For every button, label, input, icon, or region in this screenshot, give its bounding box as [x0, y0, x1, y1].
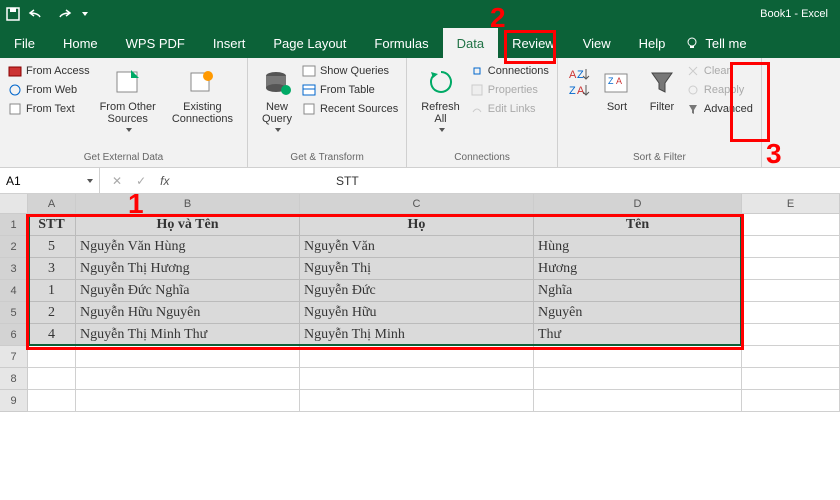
- window-title: Book1 - Excel: [760, 8, 828, 20]
- enter-icon: ✓: [136, 174, 146, 188]
- col-C[interactable]: C: [300, 194, 534, 214]
- tab-formulas[interactable]: Formulas: [360, 28, 442, 58]
- col-B[interactable]: B: [76, 194, 300, 214]
- redo-icon[interactable]: [54, 7, 72, 21]
- group-label: Connections: [415, 151, 549, 165]
- table-row[interactable]: 9: [0, 390, 840, 412]
- tab-view[interactable]: View: [569, 28, 625, 58]
- tab-page-layout[interactable]: Page Layout: [259, 28, 360, 58]
- qat-dropdown-icon[interactable]: [82, 12, 88, 16]
- advanced-button[interactable]: Advanced: [686, 100, 753, 118]
- connections-button[interactable]: Connections: [470, 62, 549, 80]
- col-E[interactable]: E: [742, 194, 840, 214]
- sort-az-button[interactable]: AZ ZA: [566, 62, 592, 98]
- col-A[interactable]: A: [28, 194, 76, 214]
- properties-button: Properties: [470, 81, 549, 99]
- fx-icon[interactable]: fx: [160, 174, 169, 188]
- table-row[interactable]: 6 4 Nguyễn Thị Minh Thư Nguyễn Thị Minh …: [0, 324, 840, 346]
- from-other-sources-button[interactable]: From Other Sources: [94, 62, 162, 132]
- tell-me-label: Tell me: [705, 36, 746, 51]
- ribbon-tabs: File Home WPS PDF Insert Page Layout For…: [0, 28, 840, 58]
- existing-connections-button[interactable]: Existing Connections: [166, 62, 239, 125]
- quick-access-toolbar: [6, 7, 88, 21]
- sort-button[interactable]: ZA Sort: [596, 62, 638, 113]
- svg-text:Z: Z: [569, 85, 576, 97]
- group-sort-filter: AZ ZA ZA Sort Filter Clear Reapply Advan…: [558, 58, 762, 167]
- table-row[interactable]: 3 3 Nguyễn Thị Hương Nguyễn Thị Hương: [0, 258, 840, 280]
- spreadsheet-grid[interactable]: A B C D E 1 STT Họ và Tên Họ Tên 2 5 Ngu…: [0, 194, 840, 412]
- group-connections: Refresh All Connections Properties Edit …: [407, 58, 558, 167]
- tab-help[interactable]: Help: [625, 28, 680, 58]
- table-row[interactable]: 1 STT Họ và Tên Họ Tên: [0, 214, 840, 236]
- group-label: Get External Data: [8, 151, 239, 165]
- recent-sources-button[interactable]: Recent Sources: [302, 100, 398, 118]
- annotation-number: 2: [490, 2, 506, 34]
- tab-insert[interactable]: Insert: [199, 28, 260, 58]
- formula-bar: A1 ✕ ✓ fx STT: [0, 168, 840, 194]
- filter-button[interactable]: Filter: [642, 62, 682, 113]
- group-get-transform: New Query Show Queries From Table Recent…: [248, 58, 407, 167]
- table-row[interactable]: 2 5 Nguyễn Văn Hùng Nguyễn Văn Hùng: [0, 236, 840, 258]
- svg-text:Z: Z: [577, 69, 584, 81]
- lightbulb-icon: [685, 36, 699, 50]
- from-access-button[interactable]: From Access: [8, 62, 90, 80]
- group-label: Sort & Filter: [566, 151, 753, 165]
- column-headers: A B C D E: [0, 194, 840, 214]
- title-bar: Book1 - Excel: [0, 0, 840, 28]
- select-all-corner[interactable]: [0, 194, 28, 214]
- from-table-button[interactable]: From Table: [302, 81, 398, 99]
- tell-me[interactable]: Tell me: [679, 28, 752, 58]
- group-label: Get & Transform: [256, 151, 398, 165]
- svg-text:A: A: [616, 76, 622, 86]
- refresh-all-button[interactable]: Refresh All: [415, 62, 466, 132]
- table-row[interactable]: 7: [0, 346, 840, 368]
- show-queries-button[interactable]: Show Queries: [302, 62, 398, 80]
- name-box[interactable]: A1: [0, 168, 100, 193]
- annotation-number: 3: [766, 138, 782, 170]
- svg-text:A: A: [577, 85, 585, 97]
- table-row[interactable]: 8: [0, 368, 840, 390]
- cancel-icon: ✕: [112, 174, 122, 188]
- new-query-button[interactable]: New Query: [256, 62, 298, 132]
- formula-input[interactable]: STT: [330, 174, 365, 188]
- tab-review[interactable]: Review: [498, 28, 569, 58]
- from-web-button[interactable]: From Web: [8, 81, 90, 99]
- table-row[interactable]: 4 1 Nguyễn Đức Nghĩa Nguyễn Đức Nghĩa: [0, 280, 840, 302]
- ribbon: From Access From Web From Text From Othe…: [0, 58, 840, 168]
- undo-icon[interactable]: [28, 7, 46, 21]
- reapply-button: Reapply: [686, 81, 753, 99]
- tab-wps-pdf[interactable]: WPS PDF: [112, 28, 199, 58]
- tab-file[interactable]: File: [0, 28, 49, 58]
- svg-text:A: A: [569, 69, 577, 81]
- edit-links-button: Edit Links: [470, 100, 549, 118]
- table-row[interactable]: 5 2 Nguyễn Hữu Nguyên Nguyễn Hữu Nguyên: [0, 302, 840, 324]
- svg-text:Z: Z: [608, 76, 614, 86]
- group-get-external-data: From Access From Web From Text From Othe…: [0, 58, 248, 167]
- annotation-number: 1: [128, 188, 144, 220]
- tab-home[interactable]: Home: [49, 28, 112, 58]
- col-D[interactable]: D: [534, 194, 742, 214]
- clear-button: Clear: [686, 62, 753, 80]
- save-icon[interactable]: [6, 7, 20, 21]
- from-text-button[interactable]: From Text: [8, 100, 90, 118]
